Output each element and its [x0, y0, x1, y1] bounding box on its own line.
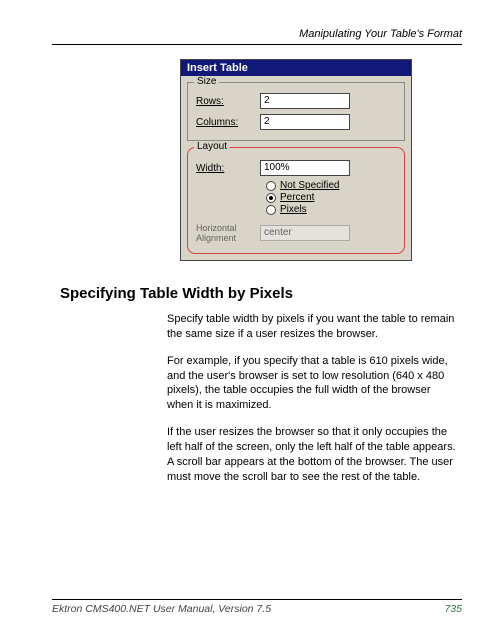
radio-pixels[interactable]: Pixels — [266, 204, 398, 215]
dialog-screenshot: Insert Table Size Rows: 2 Columns: 2 Lay… — [180, 59, 462, 261]
size-legend: Size — [194, 76, 219, 87]
dialog-titlebar: Insert Table — [181, 60, 411, 76]
horizontal-alignment-label: Horizontal Alignment — [196, 223, 260, 243]
radio-percent[interactable]: Percent — [266, 192, 398, 203]
section-heading: Specifying Table Width by Pixels — [60, 285, 462, 302]
page-footer: Ektron CMS400.NET User Manual, Version 7… — [52, 599, 462, 615]
columns-label: Columns: — [196, 117, 260, 128]
paragraph-3: If the user resizes the browser so that … — [167, 425, 456, 484]
radio-percent-label: Percent — [280, 192, 314, 203]
layout-fieldset: Layout Width: 100% Not Specified Percent — [187, 147, 405, 254]
radio-not-specified-label: Not Specified — [280, 180, 339, 191]
paragraph-1: Specify table width by pixels if you wan… — [167, 312, 456, 342]
rows-input[interactable]: 2 — [260, 93, 350, 109]
width-label: Width: — [196, 163, 260, 174]
size-fieldset: Size Rows: 2 Columns: 2 — [187, 82, 405, 141]
radio-icon — [266, 205, 276, 215]
insert-table-dialog: Insert Table Size Rows: 2 Columns: 2 Lay… — [180, 59, 412, 261]
radio-not-specified[interactable]: Not Specified — [266, 180, 398, 191]
horizontal-alignment-select[interactable]: center — [260, 225, 350, 241]
radio-icon — [266, 181, 276, 191]
footer-source: Ektron CMS400.NET User Manual, Version 7… — [52, 603, 271, 615]
columns-input[interactable]: 2 — [260, 114, 350, 130]
paragraph-2: For example, if you specify that a table… — [167, 354, 456, 413]
running-header: Manipulating Your Table's Format — [52, 28, 462, 40]
radio-pixels-label: Pixels — [280, 204, 307, 215]
footer-rule — [52, 599, 462, 600]
width-radio-group: Not Specified Percent Pixels — [266, 180, 398, 215]
layout-legend: Layout — [194, 141, 230, 152]
page-number: 735 — [444, 603, 462, 615]
radio-icon — [266, 193, 276, 203]
width-input[interactable]: 100% — [260, 160, 350, 176]
rows-label: Rows: — [196, 96, 260, 107]
header-rule — [52, 44, 462, 45]
